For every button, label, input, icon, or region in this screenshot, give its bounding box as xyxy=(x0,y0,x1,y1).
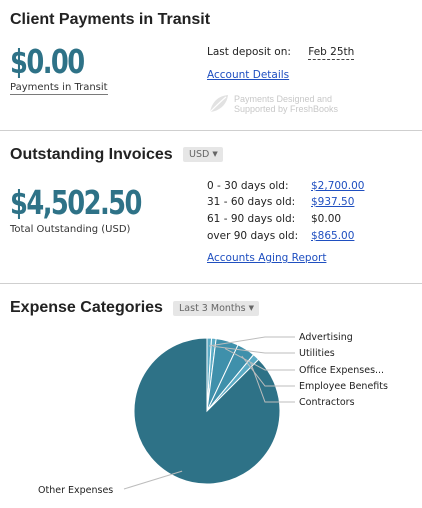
pie-slice-other-expenses xyxy=(133,337,281,485)
payments-in-transit-label: Payments in Transit xyxy=(10,82,108,95)
expense-categories-panel: Expense Categories Last 3 Months ▼ Advert… xyxy=(0,284,422,508)
freshbooks-note-line2: Supported by FreshBooks xyxy=(234,104,339,114)
aging-value-31-60[interactable]: $937.50 xyxy=(311,196,354,208)
currency-selector[interactable]: USD ▼ xyxy=(183,147,223,162)
last-deposit-date[interactable]: Feb 25th xyxy=(308,46,355,60)
pie-label: Contractors xyxy=(299,397,355,408)
currency-selector-value: USD xyxy=(189,149,210,160)
aging-value-0-30[interactable]: $2,700.00 xyxy=(311,180,364,192)
pie-label: Other Expenses xyxy=(38,485,113,496)
client-payments-title: Client Payments in Transit xyxy=(10,11,211,28)
expense-pie-chart: Advertising Utilities Office Expenses... Em… xyxy=(38,332,388,496)
total-outstanding-amount: $4,502.50 xyxy=(10,183,142,222)
aging-value-over-90[interactable]: $865.00 xyxy=(311,230,354,242)
aging-label-0-30: 0 - 30 days old: xyxy=(207,180,289,192)
total-outstanding-label: Total Outstanding (USD) xyxy=(10,224,131,235)
pie-label: Advertising xyxy=(299,332,353,343)
outstanding-invoices-title: Outstanding Invoices xyxy=(10,146,173,163)
last-deposit-label: Last deposit on: xyxy=(207,46,291,58)
pie-label: Utilities xyxy=(299,348,335,359)
aging-label-31-60: 31 - 60 days old: xyxy=(207,196,296,208)
account-details-link[interactable]: Account Details xyxy=(207,69,289,81)
chevron-down-icon: ▼ xyxy=(212,150,218,158)
freshbooks-note-line1: Payments Designed and xyxy=(234,94,333,104)
last-deposit-row: Last deposit on: Feb 25th xyxy=(207,46,355,60)
aging-label-61-90: 61 - 90 days old: xyxy=(207,213,296,225)
freshbooks-note: Payments Designed and Supported by Fresh… xyxy=(234,94,338,114)
pie-label: Employee Benefits xyxy=(299,381,388,392)
payments-in-transit-amount: $0.00 xyxy=(10,42,85,81)
freshbooks-leaf-icon xyxy=(209,95,228,113)
aging-value-61-90: $0.00 xyxy=(311,213,342,225)
client-payments-panel: Client Payments in Transit $0.00 Payment… xyxy=(0,0,422,130)
outstanding-invoices-panel: Outstanding Invoices USD ▼ $4,502.50 Tota… xyxy=(0,131,422,283)
accounts-aging-report-link[interactable]: Accounts Aging Report xyxy=(207,252,326,264)
aging-label-over-90: over 90 days old: xyxy=(207,230,299,242)
pie-label: Office Expenses... xyxy=(299,365,384,376)
pie-leader-line xyxy=(123,470,183,490)
